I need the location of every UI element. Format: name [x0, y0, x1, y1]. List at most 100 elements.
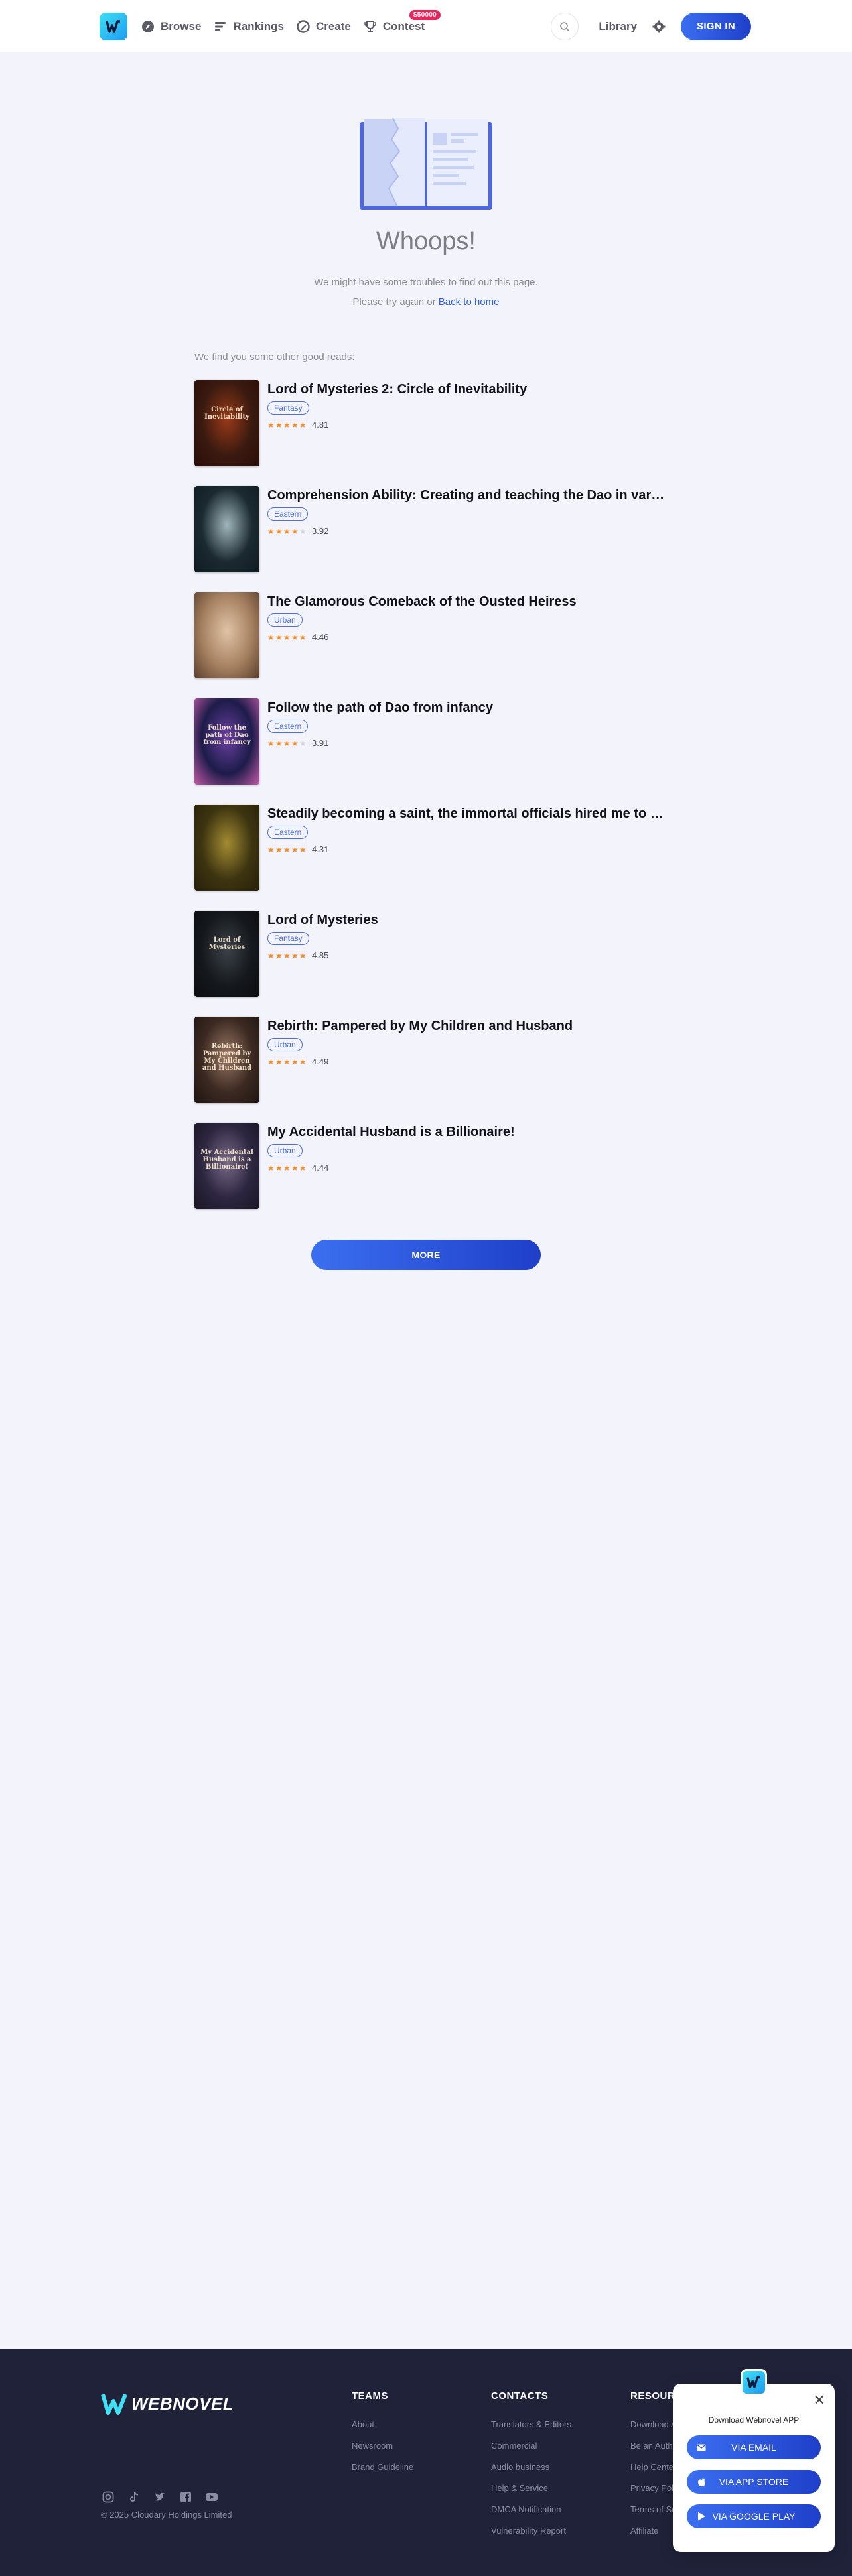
webnovel-w-icon	[101, 2393, 127, 2415]
book-info: Lord of Mysteries Fantasy ★ ★ ★ ★ ★ 4.85	[267, 911, 378, 997]
book-title[interactable]: Follow the path of Dao from infancy	[267, 700, 493, 716]
via-google-play-button[interactable]: VIA GOOGLE PLAY	[687, 2504, 821, 2528]
footer-link-brand-guideline[interactable]: Brand Guideline	[352, 2457, 413, 2478]
nav-create[interactable]: Create	[296, 19, 351, 34]
tiktok-icon[interactable]	[127, 2490, 141, 2504]
footer-link-commercial[interactable]: Commercial	[491, 2435, 571, 2457]
book-cover-title: Follow the path of Dao from infancy	[203, 724, 251, 746]
genre-tag[interactable]: Fantasy	[267, 932, 309, 945]
footer-logo[interactable]: WEBNOVEL	[101, 2390, 234, 2417]
book-cover[interactable]: Circle of Inevitability	[194, 380, 259, 466]
torn-book-illustration	[360, 117, 492, 210]
star-rating: ★ ★ ★ ★ ★	[267, 421, 307, 429]
rating-score: 4.81	[312, 420, 329, 430]
search-icon	[560, 21, 570, 31]
sign-in-button[interactable]: SIGN IN	[681, 12, 751, 40]
search-button[interactable]	[551, 12, 579, 40]
book-cover[interactable]: Lord of Mysteries	[194, 911, 259, 997]
book-rating: ★ ★ ★ ★ ★ 4.49	[267, 1057, 573, 1066]
book-info: Rebirth: Pampered by My Children and Hus…	[267, 1017, 573, 1103]
genre-tag[interactable]: Urban	[267, 1144, 303, 1157]
nav-rankings-label: Rankings	[233, 19, 284, 32]
recommendations-title: We find you some other good reads:	[194, 352, 355, 363]
nav-contest[interactable]: Contest $50000	[363, 9, 441, 34]
book-title[interactable]: Comprehension Ability: Creating and teac…	[267, 487, 666, 503]
nav-browse[interactable]: Browse	[141, 19, 201, 34]
footer-link-translators[interactable]: Translators & Editors	[491, 2414, 571, 2435]
book-rating: ★ ★ ★ ★ ★ 3.92	[267, 526, 666, 536]
book-title[interactable]: The Glamorous Comeback of the Ousted Hei…	[267, 594, 577, 610]
footer-column-title: CONTACTS	[491, 2390, 549, 2402]
compass-icon	[141, 19, 155, 34]
more-button[interactable]: MORE	[311, 1240, 541, 1270]
book-cover[interactable]	[194, 592, 259, 678]
via-app-store-label: VIA APP STORE	[719, 2477, 789, 2487]
footer-column-title: TEAMS	[352, 2390, 388, 2402]
apple-icon	[696, 2477, 707, 2487]
genre-tag[interactable]: Urban	[267, 1038, 303, 1051]
footer-link-dmca[interactable]: DMCA Notification	[491, 2499, 571, 2520]
library-link[interactable]: Library	[599, 20, 637, 33]
book-info: Steadily becoming a saint, the immortal …	[267, 805, 666, 891]
book-title[interactable]: Steadily becoming a saint, the immortal …	[267, 806, 666, 822]
close-icon[interactable]: ✕	[814, 2393, 825, 2408]
via-email-button[interactable]: VIA EMAIL	[687, 2435, 821, 2459]
book-rating: ★ ★ ★ ★ ★ 3.91	[267, 738, 493, 748]
genre-tag[interactable]: Eastern	[267, 507, 309, 521]
footer-column-contacts: CONTACTS Translators & Editors Commercia…	[491, 2390, 571, 2542]
trophy-icon	[363, 19, 378, 34]
youtube-icon[interactable]	[204, 2490, 219, 2504]
footer-column-teams: TEAMS About Newsroom Brand Guideline	[352, 2390, 413, 2478]
book-cover[interactable]: Rebirth: Pampered by My Children and Hus…	[194, 1017, 259, 1103]
book-title[interactable]: My Accidental Husband is a Billionaire!	[267, 1124, 515, 1140]
book-item[interactable]: My Accidental Husband is a Billionaire! M…	[194, 1123, 672, 1209]
star-icon: ★	[275, 526, 283, 536]
footer-link-help-service[interactable]: Help & Service	[491, 2478, 571, 2499]
facebook-icon[interactable]	[178, 2490, 193, 2504]
footer-link-about[interactable]: About	[352, 2414, 413, 2435]
book-cover[interactable]: My Accidental Husband is a Billionaire!	[194, 1123, 259, 1209]
book-title[interactable]: Lord of Mysteries	[267, 912, 378, 928]
book-title[interactable]: Rebirth: Pampered by My Children and Hus…	[267, 1018, 573, 1034]
book-rating: ★ ★ ★ ★ ★ 4.46	[267, 632, 577, 642]
error-message: We might have some troubles to find out …	[0, 273, 852, 312]
webnovel-logo[interactable]	[100, 12, 127, 40]
star-icon: ★	[283, 738, 291, 748]
genre-tag[interactable]: Eastern	[267, 720, 309, 733]
book-item[interactable]: Lord of Mysteries Lord of Mysteries Fantas…	[194, 911, 672, 997]
genre-tag[interactable]: Fantasy	[267, 401, 309, 415]
book-title[interactable]: Lord of Mysteries 2: Circle of Inevitabi…	[267, 381, 527, 397]
book-item[interactable]: Follow the path of Dao from infancy Follo…	[194, 698, 672, 785]
nav-rankings[interactable]: Rankings	[213, 19, 284, 34]
book-cover[interactable]	[194, 486, 259, 572]
rating-score: 4.46	[312, 632, 329, 642]
star-icon: ★	[299, 950, 307, 960]
instagram-icon[interactable]	[101, 2490, 115, 2504]
star-icon: ★	[299, 1057, 307, 1066]
genre-tag[interactable]: Urban	[267, 613, 303, 627]
error-line-2-prefix: Please try again or	[352, 296, 436, 308]
genre-tag[interactable]: Eastern	[267, 826, 309, 839]
book-item[interactable]: Circle of Inevitability Lord of Mysteries…	[194, 380, 672, 466]
settings-button[interactable]	[652, 19, 666, 34]
top-header: Browse Rankings Create Contest $50000 Li…	[0, 0, 852, 52]
book-item[interactable]: Steadily becoming a saint, the immortal …	[194, 805, 672, 891]
footer-link-audio-business[interactable]: Audio business	[491, 2457, 571, 2478]
book-item[interactable]: The Glamorous Comeback of the Ousted Hei…	[194, 592, 672, 678]
star-icon: ★	[291, 950, 299, 960]
star-icon: ★	[267, 420, 275, 430]
star-icon: ★	[283, 420, 291, 430]
footer-brand-name: WEBNOVEL	[131, 2393, 234, 2414]
google-play-icon	[696, 2511, 707, 2522]
twitter-icon[interactable]	[153, 2490, 167, 2504]
footer-link-vulnerability[interactable]: Vulnerability Report	[491, 2520, 571, 2542]
book-cover[interactable]: Follow the path of Dao from infancy	[194, 698, 259, 785]
book-item[interactable]: Rebirth: Pampered by My Children and Hus…	[194, 1017, 672, 1103]
star-icon: ★	[283, 1057, 291, 1066]
book-item[interactable]: Comprehension Ability: Creating and teac…	[194, 486, 672, 572]
book-cover[interactable]	[194, 805, 259, 891]
rankings-icon	[213, 19, 228, 34]
via-app-store-button[interactable]: VIA APP STORE	[687, 2470, 821, 2494]
footer-link-newsroom[interactable]: Newsroom	[352, 2435, 413, 2457]
back-to-home-link[interactable]: Back to home	[439, 296, 500, 308]
